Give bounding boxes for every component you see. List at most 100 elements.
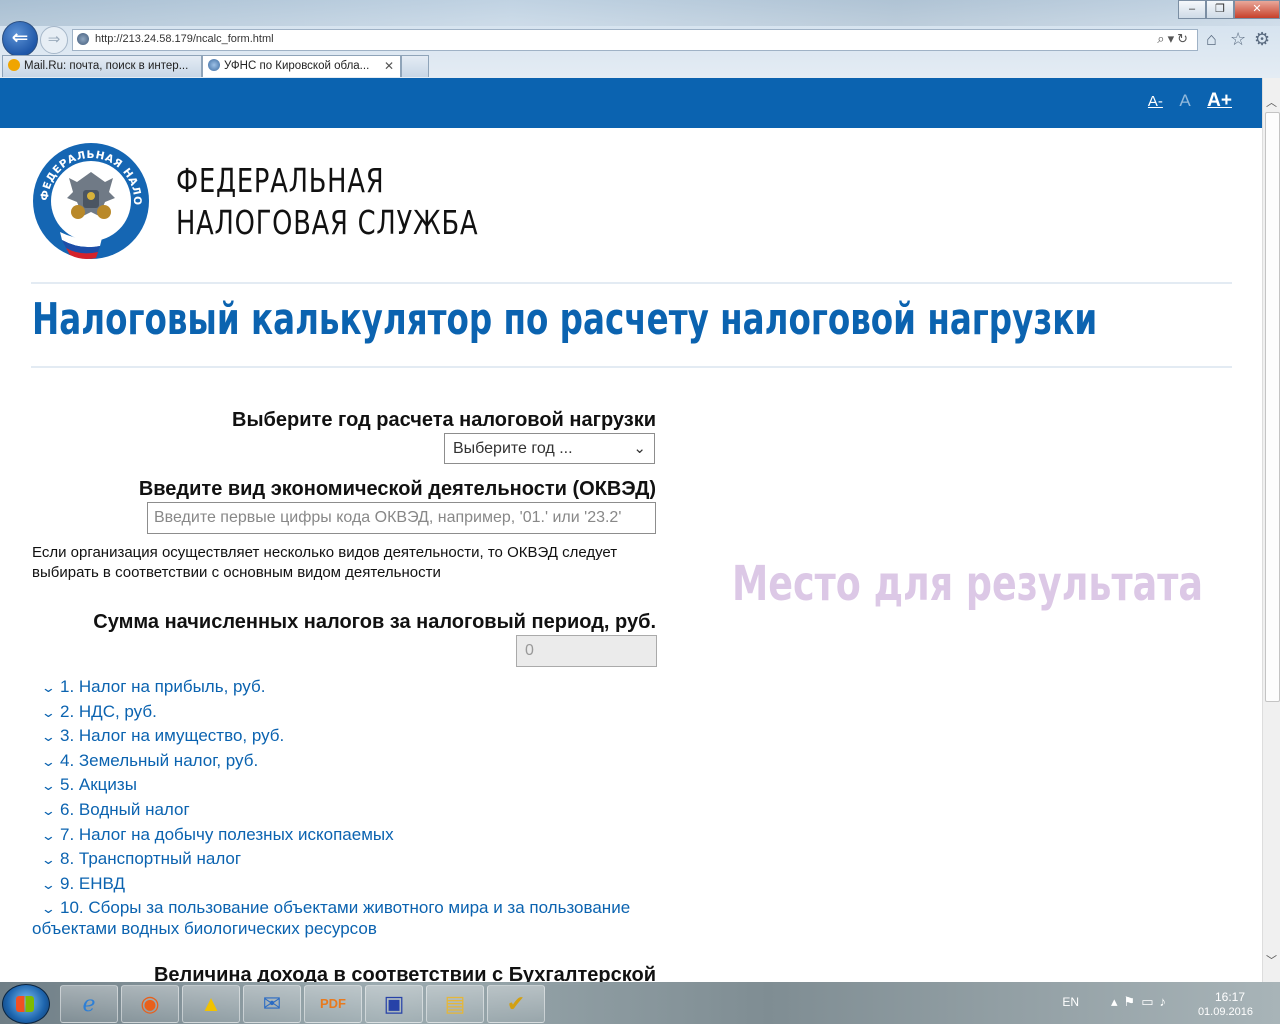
checklist-icon[interactable]: ✔: [487, 985, 545, 1023]
chevron-down-icon: ⌄: [40, 852, 57, 868]
chevron-down-icon: ⌄: [40, 680, 57, 695]
window-controls: – ❐ ✕: [1178, 0, 1280, 19]
agency-name-line1: ФЕДЕРАЛЬНАЯ: [176, 161, 385, 200]
chevron-down-icon: ⌄: [40, 704, 57, 720]
minimize-button[interactable]: –: [1178, 0, 1206, 19]
agency-name: ФЕДЕРАЛЬНАЯ НАЛОГОВАЯ СЛУЖБА: [176, 160, 478, 244]
tax-item-label: 7. Налог на добычу полезных ископаемых: [60, 824, 394, 844]
tab-ufns[interactable]: УФНС по Кировской обла... ✕: [202, 55, 401, 77]
tray-icons: ▴⚑▭♪: [1111, 994, 1172, 1010]
scroll-thumb[interactable]: [1265, 112, 1280, 702]
page-title: Налоговый калькулятор по расчету налогов…: [32, 294, 1098, 345]
start-button[interactable]: [2, 984, 50, 1024]
tax-item-label: 2. НДС, руб.: [60, 701, 157, 721]
tax-item-label: 1. Налог на прибыль, руб.: [60, 677, 266, 696]
new-tab-button[interactable]: [401, 55, 429, 77]
chrome-background: [0, 0, 1280, 26]
tax-item-label: 10. Сборы за пользование объектами живот…: [32, 898, 631, 939]
font-smaller-link[interactable]: А-: [1148, 93, 1163, 110]
search-icon[interactable]: ⌕: [1157, 31, 1167, 46]
internet-explorer-icon[interactable]: ℯ: [60, 985, 118, 1023]
tax-item-label: 6. Водный налог: [60, 799, 190, 819]
chevron-down-icon: ⌄: [40, 802, 57, 818]
tax-item-property[interactable]: ⌄ 3. Налог на имущество, руб.: [32, 726, 672, 747]
mailru-icon: [8, 59, 20, 71]
tab-strip: Mail.Ru: почта, поиск в интер... УФНС по…: [0, 55, 430, 77]
scroll-up-icon[interactable]: ︿: [1266, 94, 1277, 110]
language-indicator[interactable]: EN: [1062, 995, 1079, 1009]
firefox-icon[interactable]: ◉: [121, 985, 179, 1023]
forward-arrow-icon: ⇒: [47, 31, 61, 48]
tab-mailru[interactable]: Mail.Ru: почта, поиск в интер...: [2, 55, 202, 77]
tax-item-water[interactable]: ⌄ 6. Водный налог: [32, 800, 672, 821]
chevron-down-icon: ⌄: [40, 901, 57, 917]
explorer-folder-icon[interactable]: ▤: [426, 985, 484, 1023]
dropdown-icon[interactable]: ▾: [1168, 31, 1178, 46]
home-icon[interactable]: ⌂: [1206, 29, 1217, 50]
tax-item-label: 3. Налог на имущество, руб.: [60, 726, 285, 746]
site-favicon-icon: [77, 33, 89, 45]
tax-item-excise[interactable]: ⌄ 5. Акцизы: [32, 775, 672, 796]
clock-date[interactable]: 01.09.2016: [1198, 1006, 1253, 1018]
tax-item-label: 4. Земельный налог, руб.: [60, 750, 259, 770]
tab-title: Mail.Ru: почта, поиск в интер...: [24, 60, 189, 72]
tax-item-label: 8. Транспортный налог: [60, 849, 242, 869]
network-icon[interactable]: ▭: [1141, 994, 1159, 1009]
top-band: А- А А+: [0, 78, 1262, 128]
refresh-icon[interactable]: ↻: [1177, 31, 1191, 46]
volume-icon[interactable]: ♪: [1160, 994, 1173, 1009]
okved-input[interactable]: Введите первые цифры кода ОКВЭД, наприме…: [147, 502, 656, 534]
maximize-button[interactable]: ❐: [1206, 0, 1234, 19]
settings-gear-icon[interactable]: ⚙: [1254, 29, 1270, 50]
forward-button[interactable]: ⇒: [40, 26, 68, 54]
year-select[interactable]: Выберите год ... ⌄: [444, 433, 655, 464]
ufns-favicon-icon: [208, 59, 220, 71]
tax-item-land[interactable]: ⌄ 4. Земельный налог, руб.: [32, 751, 672, 772]
thunderbird-icon[interactable]: ✉: [243, 985, 301, 1023]
address-text[interactable]: http://213.24.58.179/ncalc_form.html: [95, 33, 274, 45]
tax-item-label: 5. Акцизы: [60, 775, 137, 795]
font-larger-link[interactable]: А+: [1207, 90, 1232, 111]
tab-title: УФНС по Кировской обла...: [224, 60, 370, 72]
favorites-star-icon[interactable]: ☆: [1230, 29, 1246, 50]
page-content: А- А А+ ФЕДЕРАЛЬНАЯ НАЛОГОВАЯ СЛУЖБА ФЕД…: [0, 78, 1262, 982]
taskbar: ℯ ◉ ▲ ✉ PDF ▣ ▤ ✔ EN ▴⚑▭♪ 16:17 01.09.20…: [0, 982, 1280, 1024]
tax-item-label: 9. ЕНВД: [60, 873, 125, 893]
pdf-icon[interactable]: PDF: [304, 985, 362, 1023]
vertical-scrollbar[interactable]: ︿ ﹀: [1262, 78, 1280, 982]
address-bar[interactable]: http://213.24.58.179/ncalc_form.html ⌕▾↻: [72, 29, 1198, 51]
taxes-total-field: 0: [516, 635, 657, 667]
font-normal-link[interactable]: А: [1179, 91, 1190, 110]
result-placeholder: Место для результата: [732, 556, 1204, 612]
tray-expand-icon[interactable]: ▴: [1111, 994, 1124, 1009]
divider: [31, 282, 1232, 284]
flag-icon[interactable]: ⚑: [1124, 994, 1142, 1009]
save-disk-icon[interactable]: ▣: [365, 985, 423, 1023]
clock-time[interactable]: 16:17: [1215, 990, 1245, 1004]
chevron-down-icon: ⌄: [40, 827, 57, 843]
agency-name-line2: НАЛОГОВАЯ СЛУЖБА: [176, 203, 479, 242]
tax-item-vat[interactable]: ⌄ 2. НДС, руб.: [32, 702, 672, 723]
scroll-down-icon[interactable]: ﹀: [1266, 952, 1277, 968]
tax-item-envd[interactable]: ⌄ 9. ЕНВД: [32, 874, 672, 895]
drive-icon[interactable]: ▲: [182, 985, 240, 1023]
okved-note: Если организация осуществляет несколько …: [32, 544, 618, 581]
income-label: Величина дохода в соответствии с Бухгалт…: [153, 964, 656, 982]
tax-item-transport[interactable]: ⌄ 8. Транспортный налог: [32, 849, 672, 870]
windows-logo-icon: [16, 996, 34, 1012]
back-arrow-icon: ⇐: [11, 27, 29, 49]
close-tab-icon[interactable]: ✕: [384, 56, 394, 76]
chevron-down-icon: ⌄: [40, 778, 57, 794]
back-button[interactable]: ⇐: [2, 21, 38, 57]
tax-item-wildlife-fees[interactable]: ⌄ 10. Сборы за пользование объектами живо…: [32, 898, 672, 939]
tax-list: ⌄ 1. Налог на прибыль, руб. ⌄ 2. НДС, руб.…: [32, 677, 672, 943]
close-window-button[interactable]: ✕: [1234, 0, 1280, 19]
tax-item-mineral[interactable]: ⌄ 7. Налог на добычу полезных ископаемых: [32, 825, 672, 846]
fns-emblem-logo[interactable]: ФЕДЕРАЛЬНАЯ НАЛОГОВАЯ СЛУЖБА: [30, 140, 152, 262]
browser-chrome: – ❐ ✕ ⇐ ⇒ http://213.24.58.179/ncalc_form.…: [0, 0, 1280, 78]
address-tools: ⌕▾↻: [1157, 31, 1191, 47]
year-select-value: Выберите год ...: [453, 440, 573, 457]
tax-item-profit[interactable]: ⌄ 1. Налог на прибыль, руб.: [32, 677, 672, 698]
taxes-label: Сумма начисленных налогов за налоговый п…: [93, 611, 656, 633]
year-label: Выберите год расчета налоговой нагрузки: [232, 409, 656, 431]
